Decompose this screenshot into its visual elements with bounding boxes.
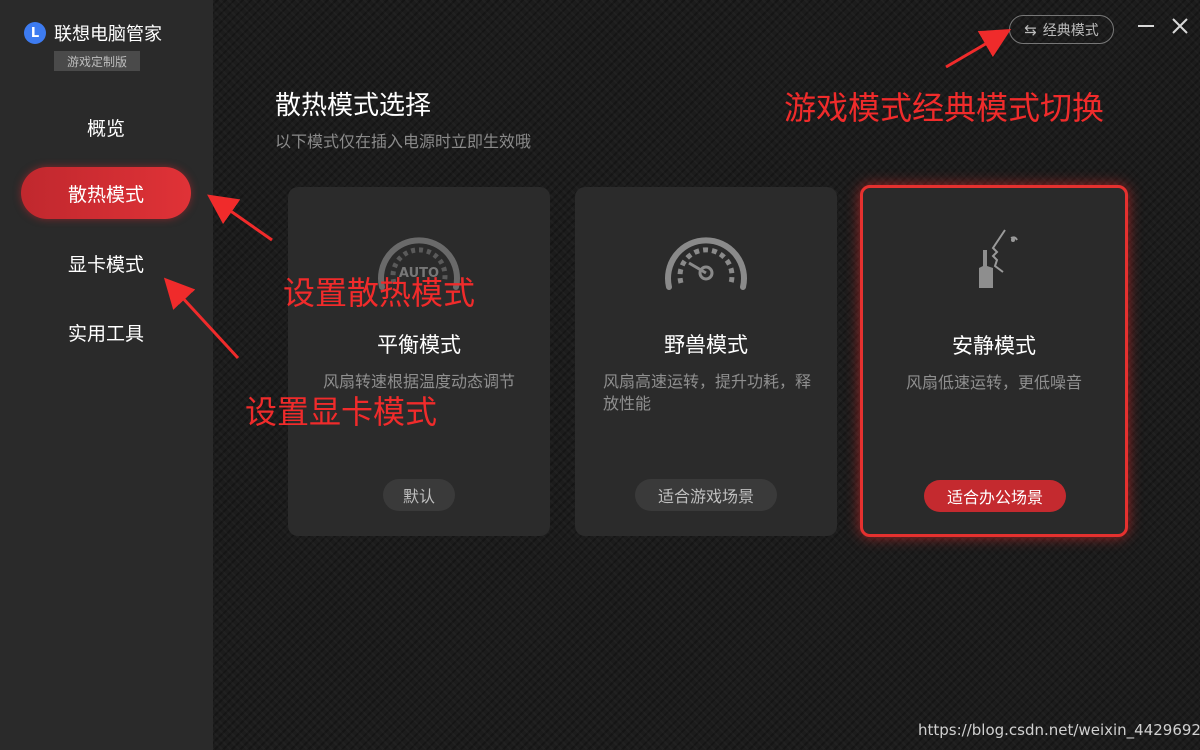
classic-mode-label: 经典模式 [1042,22,1099,39]
card-description: 风扇高速运转，提升功耗，释放性能 [603,372,812,413]
sidebar-item-utilities[interactable]: 实用工具 [21,306,191,358]
page-title: 散热模式选择 [275,91,432,121]
swap-arrows-icon: ⇆ [1024,20,1037,39]
card-tag-gaming: 适合游戏场景 [635,479,777,511]
minimize-icon[interactable] [1137,16,1157,36]
close-icon[interactable] [1170,16,1190,36]
card-title: 野兽模式 [664,333,748,357]
mode-card-beast[interactable]: 野兽模式 风扇高速运转，提升功耗，释放性能 适合游戏场景 [575,187,837,536]
app-name: 联想电脑管家 [54,24,162,45]
lenovo-logo-icon: L [24,22,46,44]
card-tag-default: 默认 [383,479,455,511]
page-subtitle: 以下模式仅在插入电源时立即生效哦 [275,132,532,151]
card-tag-office: 适合办公场景 [924,480,1066,512]
card-title: 平衡模式 [377,333,461,357]
speedometer-icon [665,237,747,290]
card-description: 风扇低速运转，更低噪音 [905,373,1082,392]
annotation-gpu-mode: 设置显卡模式 [245,393,438,431]
card-title: 安静模式 [952,334,1036,358]
annotation-mode-switch: 游戏模式经典模式切换 [784,89,1105,127]
classic-mode-button[interactable]: ⇆ 经典模式 [1009,15,1114,44]
brand: L 联想电脑管家 [24,20,162,46]
sidebar: L 联想电脑管家 游戏定制版 概览 散热模式 显卡模式 实用工具 [0,0,213,750]
silence-gesture-icon [979,229,1018,288]
sidebar-item-overview[interactable]: 概览 [21,101,191,153]
sidebar-item-gpu-mode[interactable]: 显卡模式 [21,237,191,289]
watermark: https://blog.csdn.net/weixin_44296929 [918,721,1200,739]
sidebar-item-cooling-mode[interactable]: 散热模式 [21,167,191,219]
mode-card-quiet[interactable]: 安静模式 风扇低速运转，更低噪音 适合办公场景 [860,185,1128,537]
mode-card-balanced[interactable]: AUTO 平衡模式 风扇转速根据温度动态调节 默认 [288,187,550,536]
annotation-cooling-mode: 设置散热模式 [283,274,476,312]
edition-badge: 游戏定制版 [54,51,140,71]
